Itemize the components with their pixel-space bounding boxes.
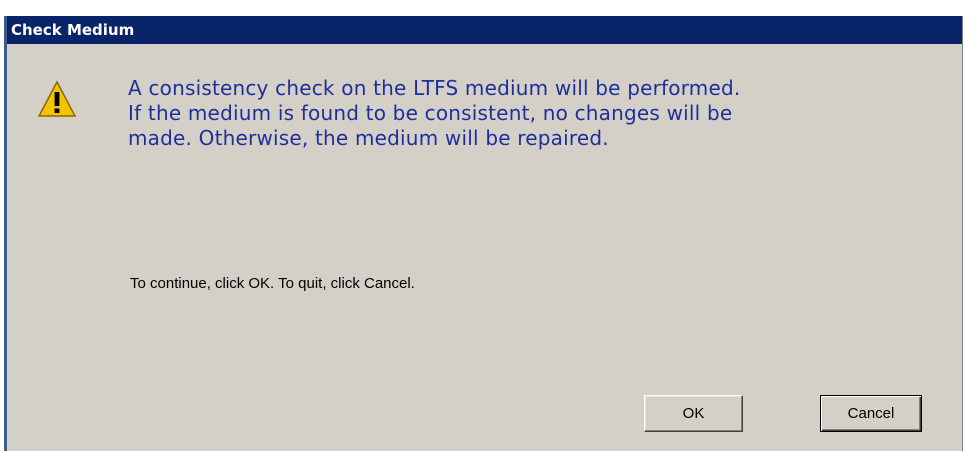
ok-button[interactable]: OK <box>644 395 743 432</box>
message-line: If the medium is found to be consistent,… <box>128 101 733 125</box>
message-line: made. Otherwise, the medium will be repa… <box>128 126 609 150</box>
warning-icon <box>37 80 77 117</box>
message-line: A consistency check on the LTFS medium w… <box>128 76 741 100</box>
cancel-button[interactable]: Cancel <box>820 395 922 432</box>
dialog-title: Check Medium <box>7 16 962 44</box>
instruction-text: To continue, click OK. To quit, click Ca… <box>130 275 415 292</box>
check-medium-dialog: Check Medium A consistency check on the … <box>4 16 963 451</box>
dialog-message: A consistency check on the LTFS medium w… <box>128 76 958 151</box>
